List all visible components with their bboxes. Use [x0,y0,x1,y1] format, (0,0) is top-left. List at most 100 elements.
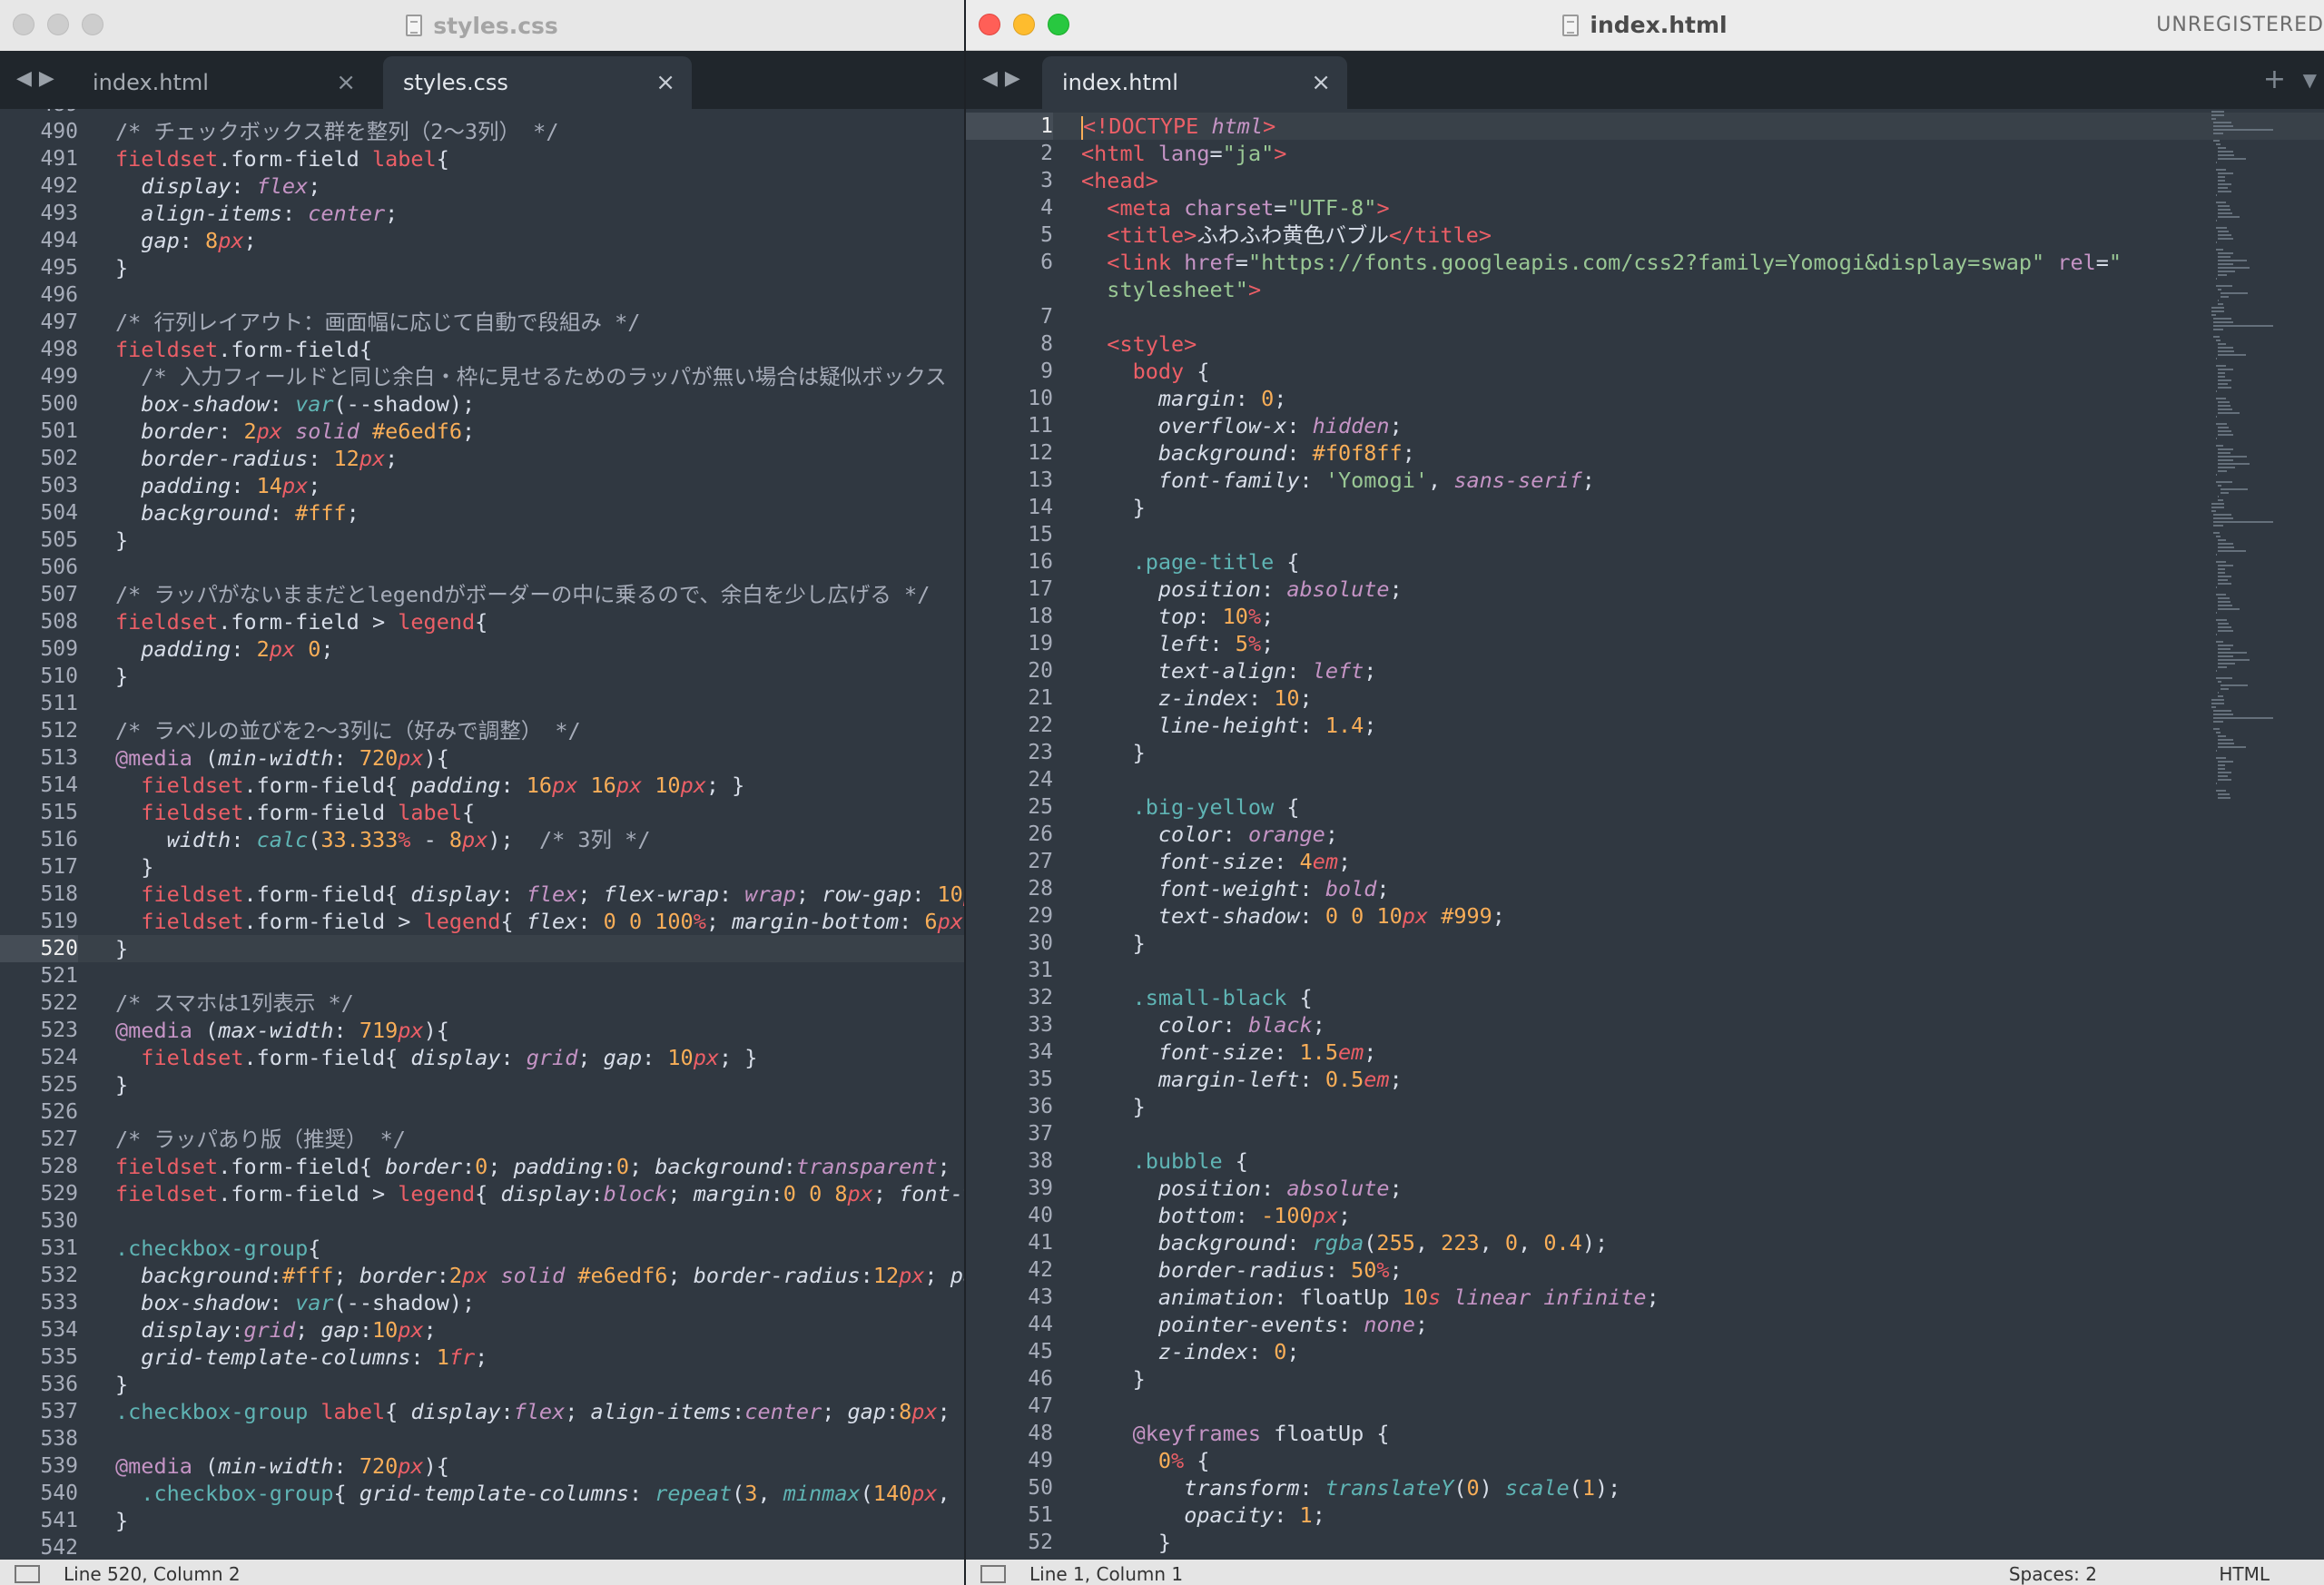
code-line[interactable]: 15 [966,521,2324,548]
next-tab-icon[interactable]: ▶ [1005,67,1020,90]
code-line[interactable]: 515 fieldset.form-field label{ [0,799,964,826]
code-line[interactable]: 492 display: flex; [0,172,964,200]
close-tab-icon[interactable]: × [336,69,356,96]
code-line[interactable]: 532 background:#fff; border:2px solid #e… [0,1262,964,1289]
code-line[interactable]: 526 [0,1098,964,1126]
tab-styles-css[interactable]: styles.css × [383,56,692,109]
previous-tab-icon[interactable]: ◀ [982,67,998,90]
code-line[interactable]: 498 fieldset.form-field{ [0,336,964,363]
code-line[interactable]: 537 .checkbox-group label{ display:flex; … [0,1398,964,1425]
code-line[interactable]: 32 .small-black { [966,984,2324,1011]
code-line[interactable]: 44 pointer-events: none; [966,1311,2324,1338]
code-line[interactable]: 1 <!DOCTYPE html> [966,113,2324,140]
code-line[interactable]: 27 font-size: 4em; [966,848,2324,875]
minimap[interactable] [2211,111,2277,801]
previous-tab-icon[interactable]: ◀ [16,67,32,90]
code-line[interactable]: 10 margin: 0; [966,385,2324,412]
code-line[interactable]: 26 color: orange; [966,821,2324,848]
code-line[interactable]: 34 font-size: 1.5em; [966,1039,2324,1066]
minimize-window-icon[interactable] [1013,14,1035,35]
code-line[interactable]: 41 background: rgba(255, 223, 0, 0.4); [966,1229,2324,1256]
close-window-icon[interactable] [13,14,34,35]
tab-menu-chevron-icon[interactable]: ▼ [2303,69,2317,91]
code-line[interactable]: 24 [966,766,2324,793]
code-line[interactable]: 509 padding: 2px 0; [0,635,964,663]
code-line[interactable]: 25 .big-yellow { [966,793,2324,821]
code-line[interactable]: 500 box-shadow: var(--shadow); [0,390,964,418]
code-line[interactable]: 16 .page-title { [966,548,2324,576]
code-line[interactable]: 504 background: #fff; [0,499,964,527]
code-line[interactable]: 31 [966,957,2324,984]
code-line[interactable]: 540 .checkbox-group{ grid-template-colum… [0,1480,964,1507]
code-line[interactable]: 37 [966,1120,2324,1147]
code-line[interactable]: 12 background: #f0f8ff; [966,439,2324,467]
code-line[interactable]: 506 [0,554,964,581]
indentation-setting[interactable]: Spaces: 2 [2009,1563,2097,1585]
code-line[interactable]: 29 text-shadow: 0 0 10px #999; [966,902,2324,930]
minimize-window-icon[interactable] [47,14,69,35]
right-code-editor[interactable]: 1 <!DOCTYPE html> 2 <html lang="ja"> 3 <head>… [966,109,2324,1560]
code-line[interactable]: 527 /* ラッパあり版（推奨） */ [0,1126,964,1153]
code-line[interactable]: 538 [0,1425,964,1452]
code-line[interactable]: 5 <title>ふわふわ黄色バブル</title> [966,222,2324,249]
code-line[interactable]: 533 box-shadow: var(--shadow); [0,1289,964,1316]
code-line[interactable]: 20 text-align: left; [966,657,2324,684]
code-line[interactable]: 497 /* 行列レイアウト：画面幅に応じて自動で段組み */ [0,309,964,336]
code-line[interactable]: 33 color: black; [966,1011,2324,1039]
code-line[interactable]: 516 width: calc(33.333% - 8px); /* 3列 */ [0,826,964,853]
code-line[interactable]: 493 align-items: center; [0,200,964,227]
code-line[interactable]: 503 padding: 14px; [0,472,964,499]
code-line[interactable]: 510} [0,663,964,690]
code-line[interactable]: 50 transform: translateY(0) scale(1); [966,1474,2324,1501]
code-line[interactable]: 6 <link href="https://fonts.googleapis.c… [966,249,2324,276]
code-line[interactable]: 512 /* ラベルの並びを2〜3列に（好みで調整） */ [0,717,964,744]
code-line[interactable]: 13 font-family: 'Yomogi', sans-serif; [966,467,2324,494]
code-line[interactable]: 536} [0,1371,964,1398]
code-line[interactable]: 508 fieldset.form-field > legend{ [0,608,964,635]
code-line[interactable]: 511 [0,690,964,717]
code-line[interactable]: 519 fieldset.form-field > legend{ flex: … [0,908,964,935]
code-line[interactable]: 539 @media (min-width: 720px){ [0,1452,964,1480]
code-line[interactable]: stylesheet"> [966,276,2324,303]
left-code-editor[interactable]: 489 490 /* チェックボックス群を整列（2〜3列） */ 491 fieldse… [0,109,964,1560]
code-line[interactable]: 502 border-radius: 12px; [0,445,964,472]
next-tab-icon[interactable]: ▶ [39,67,54,90]
code-line[interactable]: 494 gap: 8px; [0,227,964,254]
code-line[interactable]: 45 z-index: 0; [966,1338,2324,1365]
code-line[interactable]: 541} [0,1507,964,1534]
code-line[interactable]: 28 font-weight: bold; [966,875,2324,902]
code-line[interactable]: 534 display:grid; gap:10px; [0,1316,964,1344]
code-line[interactable]: 48 @keyframes floatUp { [966,1420,2324,1447]
code-line[interactable]: 8 <style> [966,330,2324,358]
code-line[interactable]: 14 } [966,494,2324,521]
code-line[interactable]: 4 <meta charset="UTF-8"> [966,194,2324,222]
code-line[interactable]: 531 .checkbox-group{ [0,1235,964,1262]
code-line[interactable]: 46 } [966,1365,2324,1393]
code-line[interactable]: 7 [966,303,2324,330]
code-line[interactable]: 514 fieldset.form-field{ padding: 16px 1… [0,772,964,799]
code-line[interactable]: 490 /* チェックボックス群を整列（2〜3列） */ [0,118,964,145]
code-line[interactable]: 507 /* ラッパがないままだとlegendがボーダーの中に乗るので、余白を少し… [0,581,964,608]
code-line[interactable]: 22 line-height: 1.4; [966,712,2324,739]
code-line[interactable]: 42 border-radius: 50%; [966,1256,2324,1284]
code-line[interactable]: 505} [0,527,964,554]
code-line[interactable]: 496 [0,281,964,309]
code-line[interactable]: 525} [0,1071,964,1098]
code-line[interactable]: 3 <head> [966,167,2324,194]
code-line[interactable]: 529 fieldset.form-field > legend{ display… [0,1180,964,1207]
code-line[interactable]: 18 top: 10%; [966,603,2324,630]
code-line[interactable]: 521 [0,962,964,989]
tab-index-html[interactable]: index.html × [1042,56,1347,109]
tab-index-html[interactable]: index.html × [73,56,372,109]
new-tab-icon[interactable]: + [2263,64,2286,95]
syntax-setting[interactable]: HTML [2219,1563,2270,1585]
panel-toggle-icon[interactable] [980,1565,1006,1583]
code-line[interactable]: 524 fieldset.form-field{ display: grid; … [0,1044,964,1071]
close-tab-icon[interactable]: × [655,69,675,96]
code-line[interactable]: 513 @media (min-width: 720px){ [0,744,964,772]
code-line[interactable]: 40 bottom: -100px; [966,1202,2324,1229]
zoom-window-icon[interactable] [82,14,103,35]
code-line[interactable]: 39 position: absolute; [966,1175,2324,1202]
code-line[interactable]: 36 } [966,1093,2324,1120]
code-line[interactable]: 499 /* 入力フィールドと同じ余白・枠に見せるためのラッパが無い場合は疑似ボ… [0,363,964,390]
